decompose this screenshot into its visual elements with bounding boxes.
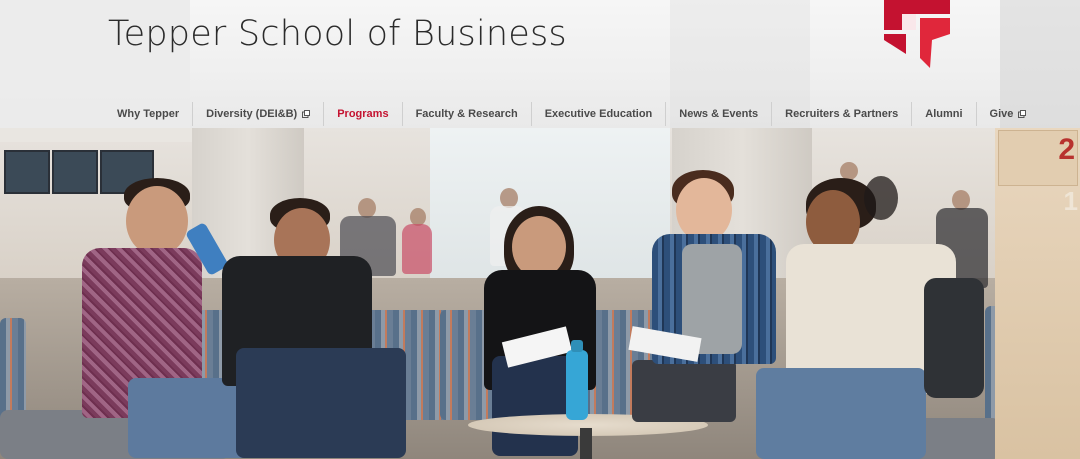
nav-item-label: Executive Education: [544, 108, 653, 120]
photo-water-bottle: [566, 340, 588, 420]
nav-alumni[interactable]: Alumni: [911, 102, 975, 126]
photo-table-leg: [580, 428, 592, 459]
photo-background-person: [500, 188, 518, 208]
nav-item-label: Recruiters & Partners: [785, 108, 899, 120]
photo-background-person: [864, 176, 898, 220]
photo-ceiling: [0, 128, 200, 142]
external-link-icon: [302, 110, 311, 118]
nav-item-label: Programs: [337, 108, 389, 120]
nav-item-label: News & Events: [679, 108, 759, 120]
photo-sign-number: 1: [1063, 186, 1078, 216]
photo-wall-screen: [4, 150, 50, 194]
nav-faculty-research[interactable]: Faculty & Research: [401, 102, 531, 126]
main-nav: Why Tepper Diversity (DEI&B) Programs Fa…: [104, 102, 1039, 126]
photo-student: [216, 198, 416, 458]
nav-executive-education[interactable]: Executive Education: [530, 102, 666, 126]
nav-item-label: Faculty & Research: [415, 108, 518, 120]
tepper-t-logo-icon[interactable]: [880, 0, 952, 68]
nav-item-label: Give: [989, 108, 1014, 120]
nav-item-label: Why Tepper: [117, 108, 180, 120]
nav-item-label: Alumni: [925, 108, 963, 120]
external-link-icon: [1018, 110, 1027, 118]
nav-news-events[interactable]: News & Events: [665, 102, 771, 126]
nav-diversity[interactable]: Diversity (DEI&B): [192, 102, 323, 126]
nav-recruiters-partners[interactable]: Recruiters & Partners: [771, 102, 911, 126]
site-header: Tepper School of Business Why Tepper Div…: [0, 0, 1080, 128]
site-title[interactable]: Tepper School of Business: [108, 14, 567, 54]
nav-why-tepper[interactable]: Why Tepper: [104, 102, 192, 126]
nav-programs[interactable]: Programs: [323, 102, 401, 126]
nav-item-label: Diversity (DEI&B): [206, 108, 298, 120]
hero-image: 2 1: [0, 128, 1080, 459]
photo-sign-number: 2: [1058, 133, 1075, 166]
photo-backpack: [924, 278, 984, 398]
photo-sign: 2: [998, 130, 1078, 186]
nav-give[interactable]: Give: [975, 102, 1040, 126]
